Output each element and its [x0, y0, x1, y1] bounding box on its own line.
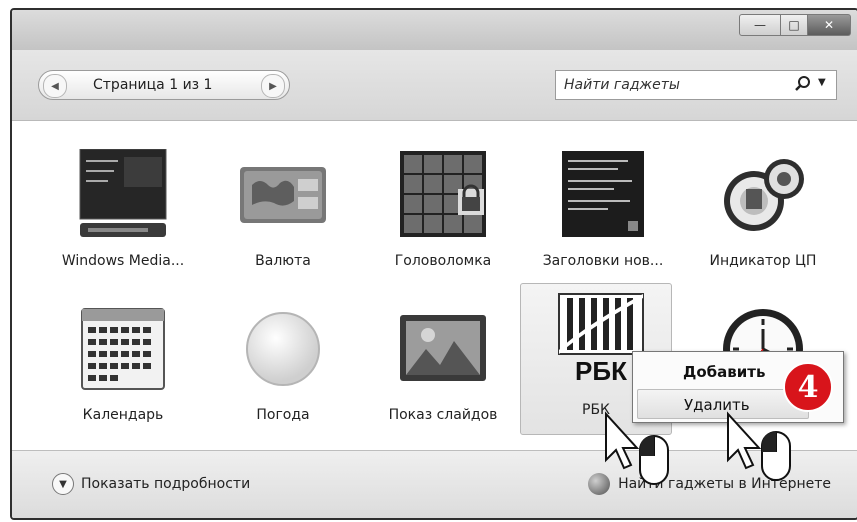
- mouse-pointer-icon: [727, 411, 791, 481]
- gadget-tile-slideshow[interactable]: Показ слайдов: [368, 289, 518, 429]
- media-center-icon: [79, 149, 167, 237]
- title-bar[interactable]: — □ ✕: [12, 10, 857, 50]
- minimize-button[interactable]: —: [739, 14, 781, 36]
- gadget-tile-currency[interactable]: Валюта: [208, 135, 358, 275]
- maximize-icon: □: [788, 18, 800, 32]
- page-navigator: ◀ Страница 1 из 1 ▶: [38, 70, 290, 100]
- gadget-label: Валюта: [255, 253, 311, 269]
- prev-page-button[interactable]: ◀: [43, 74, 67, 98]
- chevron-right-icon: ▶: [269, 80, 277, 92]
- gadget-label: Индикатор ЦП: [709, 253, 817, 269]
- caption-buttons: — □ ✕: [739, 14, 851, 36]
- maximize-button[interactable]: □: [781, 14, 808, 36]
- chevron-down-icon[interactable]: ▼: [818, 77, 826, 88]
- currency-icon: [240, 167, 326, 223]
- mouse-pointer-icon: [605, 411, 669, 485]
- rbk-logo-text: РБК: [575, 356, 627, 386]
- show-details-toggle[interactable]: ▼ Показать подробности: [52, 473, 250, 495]
- gadget-tile-puzzle[interactable]: Головоломка: [368, 135, 518, 275]
- page-indicator: Страница 1 из 1: [93, 77, 213, 93]
- chevron-left-icon: ◀: [51, 80, 59, 92]
- search-box: ▼: [555, 70, 837, 100]
- gadget-tile-calendar[interactable]: Календарь: [48, 289, 198, 429]
- step-number-badge: 4: [783, 362, 833, 412]
- gadget-label: Календарь: [82, 407, 164, 423]
- gadget-label: Показ слайдов: [388, 407, 498, 423]
- chevron-down-icon: ▼: [52, 473, 74, 495]
- search-input[interactable]: [562, 74, 786, 96]
- gadget-label: Заголовки нов...: [542, 253, 664, 269]
- close-button[interactable]: ✕: [808, 14, 851, 36]
- gadget-label: Головоломка: [394, 253, 492, 269]
- news-icon: [562, 151, 644, 237]
- gadget-tile-news[interactable]: Заголовки нов...: [528, 135, 678, 275]
- show-details-label: Показать подробности: [81, 476, 251, 492]
- search-icon[interactable]: [794, 75, 812, 93]
- cpu-meter-icon: [724, 159, 804, 231]
- next-page-button[interactable]: ▶: [261, 74, 285, 98]
- calendar-icon: [81, 308, 165, 390]
- gadget-tile-media-center[interactable]: Windows Media...: [48, 135, 198, 275]
- menu-item-add-label: Добавить: [683, 363, 766, 381]
- puzzle-icon: [400, 151, 486, 237]
- menu-item-add[interactable]: Добавить: [637, 357, 807, 385]
- gadget-label: Погода: [256, 407, 310, 423]
- gadget-tile-weather[interactable]: Погода: [208, 289, 358, 429]
- gadget-tile-cpu-meter[interactable]: Индикатор ЦП: [688, 135, 838, 275]
- weather-icon: [246, 312, 320, 386]
- toolbar: ◀ Страница 1 из 1 ▶ ▼: [12, 50, 857, 121]
- gadget-label: Windows Media...: [61, 253, 185, 269]
- close-icon: ✕: [823, 18, 835, 32]
- minimize-icon: —: [754, 18, 766, 32]
- slideshow-icon: [400, 315, 486, 381]
